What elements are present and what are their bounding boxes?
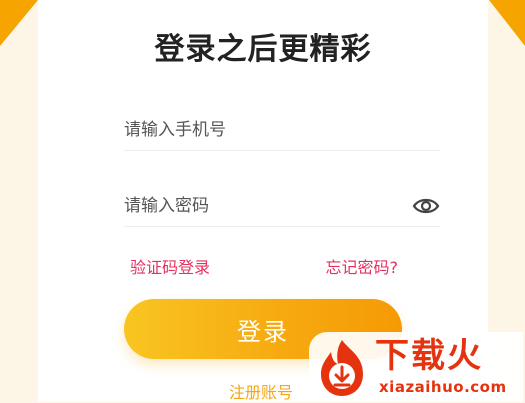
- register-link[interactable]: 注册账号: [229, 379, 293, 403]
- password-input[interactable]: [124, 186, 384, 226]
- code-login-link[interactable]: 验证码登录: [130, 254, 210, 278]
- forgot-password-link[interactable]: 忘记密码?: [326, 254, 399, 278]
- page-title: 登录之后更精彩: [154, 32, 372, 67]
- eye-icon[interactable]: [412, 192, 440, 220]
- flame-download-icon: [321, 340, 363, 396]
- corner-decoration-left: [0, 0, 38, 46]
- watermark: 下载火 xiazaihuo.com: [309, 332, 523, 402]
- phone-input[interactable]: [124, 110, 384, 150]
- password-field: [124, 186, 440, 227]
- corner-decoration-right: [489, 0, 525, 46]
- watermark-url: xiazaihuo.com: [379, 378, 507, 396]
- watermark-title: 下载火: [375, 336, 483, 376]
- phone-field: [124, 110, 440, 151]
